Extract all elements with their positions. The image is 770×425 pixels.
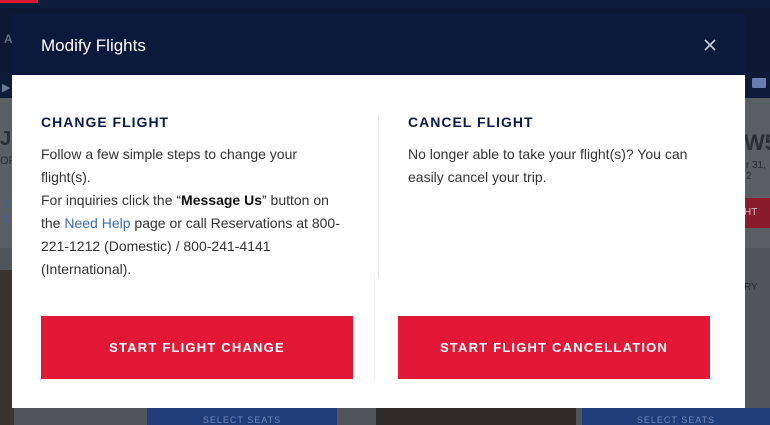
top-nav-bar <box>0 0 770 8</box>
background-select-seats-button-2: SELECT SEATS <box>582 408 770 425</box>
modal-body: CHANGE FLIGHT Follow a few simple steps … <box>12 75 745 408</box>
background-story-label: RY <box>744 282 758 293</box>
background-select-seats-button: SELECT SEATS <box>147 408 337 425</box>
modal-title: Modify Flights <box>41 36 146 55</box>
cancel-flight-heading: CANCEL FLIGHT <box>408 114 534 130</box>
change-flight-description: Follow a few simple steps to change your… <box>41 143 341 281</box>
start-flight-cancellation-button[interactable]: START FLIGHT CANCELLATION <box>398 316 710 379</box>
change-flight-intro: Follow a few simple steps to change your… <box>41 146 298 185</box>
start-flight-change-button[interactable]: START FLIGHT CHANGE <box>41 316 353 379</box>
change-flight-inquiry: For inquiries click the “Message Us” but… <box>41 189 341 281</box>
need-help-link[interactable]: Need Help <box>64 215 130 231</box>
column-divider <box>378 115 379 278</box>
background-red-button: HT <box>744 198 770 228</box>
background-trip-date: r 31, 2 <box>746 160 767 182</box>
message-us-label: Message Us <box>181 192 262 208</box>
mail-icon <box>752 78 766 88</box>
background-trip-link-2: IC <box>0 214 11 226</box>
column-divider-lower <box>374 275 375 380</box>
change-flight-heading: CHANGE FLIGHT <box>41 114 170 130</box>
cancel-flight-intro: No longer able to take your flight(s)? Y… <box>408 146 688 185</box>
cancel-flight-description: No longer able to take your flight(s)? Y… <box>408 143 708 189</box>
modal-header: Modify Flights <box>12 14 745 75</box>
close-button[interactable] <box>699 34 721 56</box>
active-nav-indicator <box>0 0 38 3</box>
close-icon <box>704 39 716 51</box>
background-trip-code: W5 <box>744 130 770 155</box>
play-arrow-icon: ▶ <box>2 82 11 94</box>
background-trip-link: 2 <box>4 198 11 210</box>
inquiry-prefix: For inquiries click the “ <box>41 192 182 208</box>
